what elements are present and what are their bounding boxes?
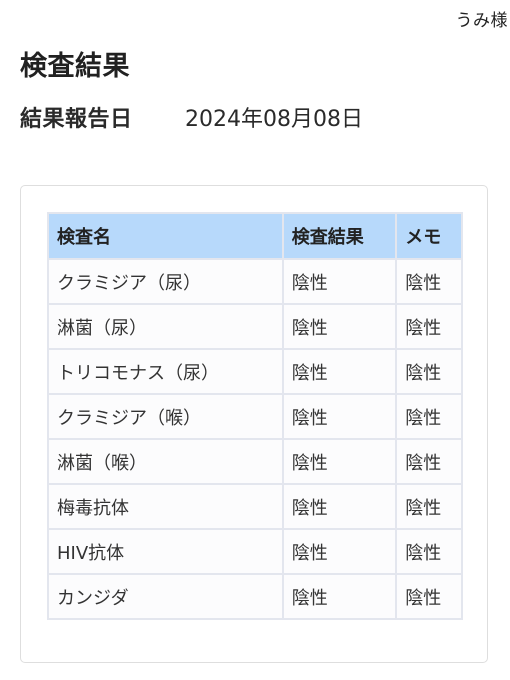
- table-row: HIV抗体 陰性 陰性: [47, 528, 463, 575]
- test-name-cell: クラミジア（尿）: [47, 258, 284, 305]
- table-row: 淋菌（尿） 陰性 陰性: [47, 303, 463, 350]
- result-cell: 陰性: [281, 438, 398, 485]
- page-title: 検査結果: [20, 51, 130, 82]
- memo-cell: 陰性: [395, 483, 463, 530]
- report-date-label: 結果報告日: [20, 107, 133, 132]
- result-cell: 陰性: [281, 528, 398, 575]
- result-cell: 陰性: [281, 258, 398, 305]
- table-row: 淋菌（喉） 陰性 陰性: [47, 438, 463, 485]
- result-cell: 陰性: [281, 573, 398, 620]
- test-name-cell: カンジダ: [47, 573, 284, 620]
- results-table: 検査名 検査結果 メモ クラミジア（尿） 陰性 陰性 淋菌（尿） 陰性 陰性 ト…: [47, 212, 463, 620]
- memo-cell: 陰性: [395, 528, 463, 575]
- result-cell: 陰性: [281, 483, 398, 530]
- user-name: うみ様: [455, 11, 508, 31]
- memo-cell: 陰性: [395, 573, 463, 620]
- result-cell: 陰性: [281, 393, 398, 440]
- test-name-cell: 淋菌（喉）: [47, 438, 284, 485]
- test-name-cell: 梅毒抗体: [47, 483, 284, 530]
- memo-cell: 陰性: [395, 258, 463, 305]
- test-name-cell: クラミジア（喉）: [47, 393, 284, 440]
- table-row: クラミジア（喉） 陰性 陰性: [47, 393, 463, 440]
- result-cell: 陰性: [281, 348, 398, 395]
- table-row: カンジダ 陰性 陰性: [47, 573, 463, 620]
- memo-cell: 陰性: [395, 348, 463, 395]
- column-header-test-name: 検査名: [47, 212, 284, 260]
- column-header-result: 検査結果: [281, 212, 398, 260]
- test-name-cell: HIV抗体: [47, 528, 284, 575]
- test-name-cell: 淋菌（尿）: [47, 303, 284, 350]
- memo-cell: 陰性: [395, 438, 463, 485]
- table-row: クラミジア（尿） 陰性 陰性: [47, 258, 463, 305]
- column-header-memo: メモ: [395, 212, 463, 260]
- table-header-row: 検査名 検査結果 メモ: [47, 212, 463, 260]
- table-row: 梅毒抗体 陰性 陰性: [47, 483, 463, 530]
- report-date-value: 2024年08月08日: [185, 107, 363, 132]
- table-row: トリコモナス（尿） 陰性 陰性: [47, 348, 463, 395]
- results-card: 検査名 検査結果 メモ クラミジア（尿） 陰性 陰性 淋菌（尿） 陰性 陰性 ト…: [20, 185, 488, 663]
- test-name-cell: トリコモナス（尿）: [47, 348, 284, 395]
- memo-cell: 陰性: [395, 393, 463, 440]
- report-date: 結果報告日 2024年08月08日: [20, 101, 363, 133]
- result-cell: 陰性: [281, 303, 398, 350]
- memo-cell: 陰性: [395, 303, 463, 350]
